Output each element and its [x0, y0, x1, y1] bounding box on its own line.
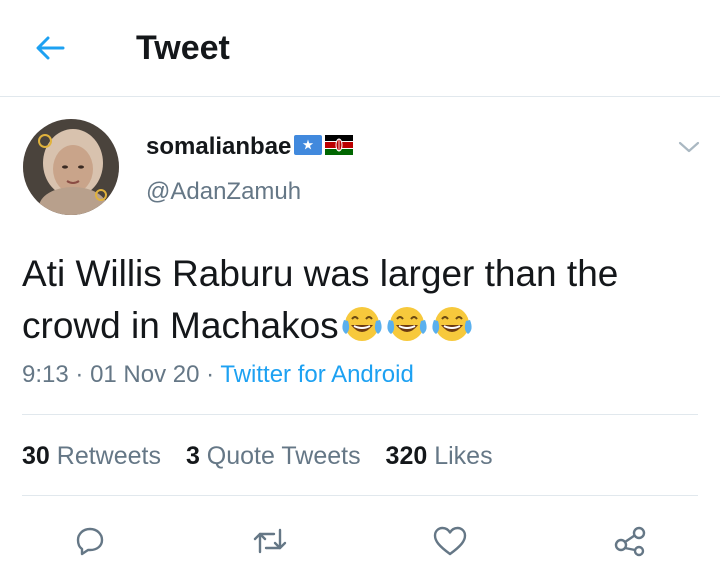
- author-handle[interactable]: @AdanZamuh: [146, 178, 301, 206]
- likes-label: Likes: [434, 442, 493, 470]
- display-name: somalianbae: [146, 133, 292, 160]
- share-icon: [614, 526, 646, 557]
- engagement-stats: 30 Retweets 3 Quote Tweets 320 Likes: [22, 441, 511, 471]
- avatar[interactable]: [23, 119, 119, 215]
- tweet-date: 01 Nov 20: [90, 361, 200, 388]
- tweet-text: Ati Willis Raburu was larger than the cr…: [22, 248, 702, 358]
- avatar-photo: [23, 119, 119, 215]
- back-button[interactable]: [30, 28, 70, 68]
- reply-button[interactable]: [70, 521, 110, 561]
- reply-icon: [76, 527, 104, 556]
- page-title: Tweet: [136, 29, 230, 67]
- retweets-stat[interactable]: 30 Retweets: [22, 442, 161, 470]
- top-bar: Tweet: [0, 0, 720, 97]
- quote-tweets-stat[interactable]: 3 Quote Tweets: [186, 442, 361, 470]
- retweets-label: Retweets: [56, 442, 161, 470]
- tweet-meta: 9:13 · 01 Nov 20 · Twitter for Android: [22, 360, 414, 390]
- divider: [22, 495, 698, 496]
- tears-of-joy-emoji: [340, 304, 384, 358]
- tweet-time: 9:13: [22, 361, 69, 388]
- meta-separator: ·: [206, 361, 215, 388]
- meta-separator: ·: [75, 361, 84, 388]
- share-button[interactable]: [610, 521, 650, 561]
- author-name-row[interactable]: somalianbae: [146, 132, 354, 162]
- tweet-body: Ati Willis Raburu was larger than the cr…: [22, 253, 619, 346]
- retweets-count: 30: [22, 442, 50, 470]
- retweet-button[interactable]: [250, 521, 290, 561]
- arrow-left-icon: [36, 36, 65, 60]
- divider: [22, 414, 698, 415]
- tears-of-joy-emoji: [430, 304, 474, 358]
- tears-of-joy-emoji: [385, 304, 429, 358]
- chevron-down-icon: [678, 141, 700, 153]
- like-icon: [433, 526, 467, 556]
- tweet-source-link[interactable]: Twitter for Android: [220, 361, 413, 388]
- retweet-icon: [253, 528, 287, 554]
- more-options-button[interactable]: [672, 134, 706, 160]
- like-button[interactable]: [430, 521, 470, 561]
- quote-tweets-label: Quote Tweets: [206, 442, 361, 470]
- somalia-flag-icon: [294, 134, 323, 160]
- kenya-flag-icon: [325, 134, 354, 160]
- likes-stat[interactable]: 320 Likes: [386, 442, 493, 470]
- likes-count: 320: [385, 442, 428, 470]
- quote-tweets-count: 3: [185, 442, 200, 470]
